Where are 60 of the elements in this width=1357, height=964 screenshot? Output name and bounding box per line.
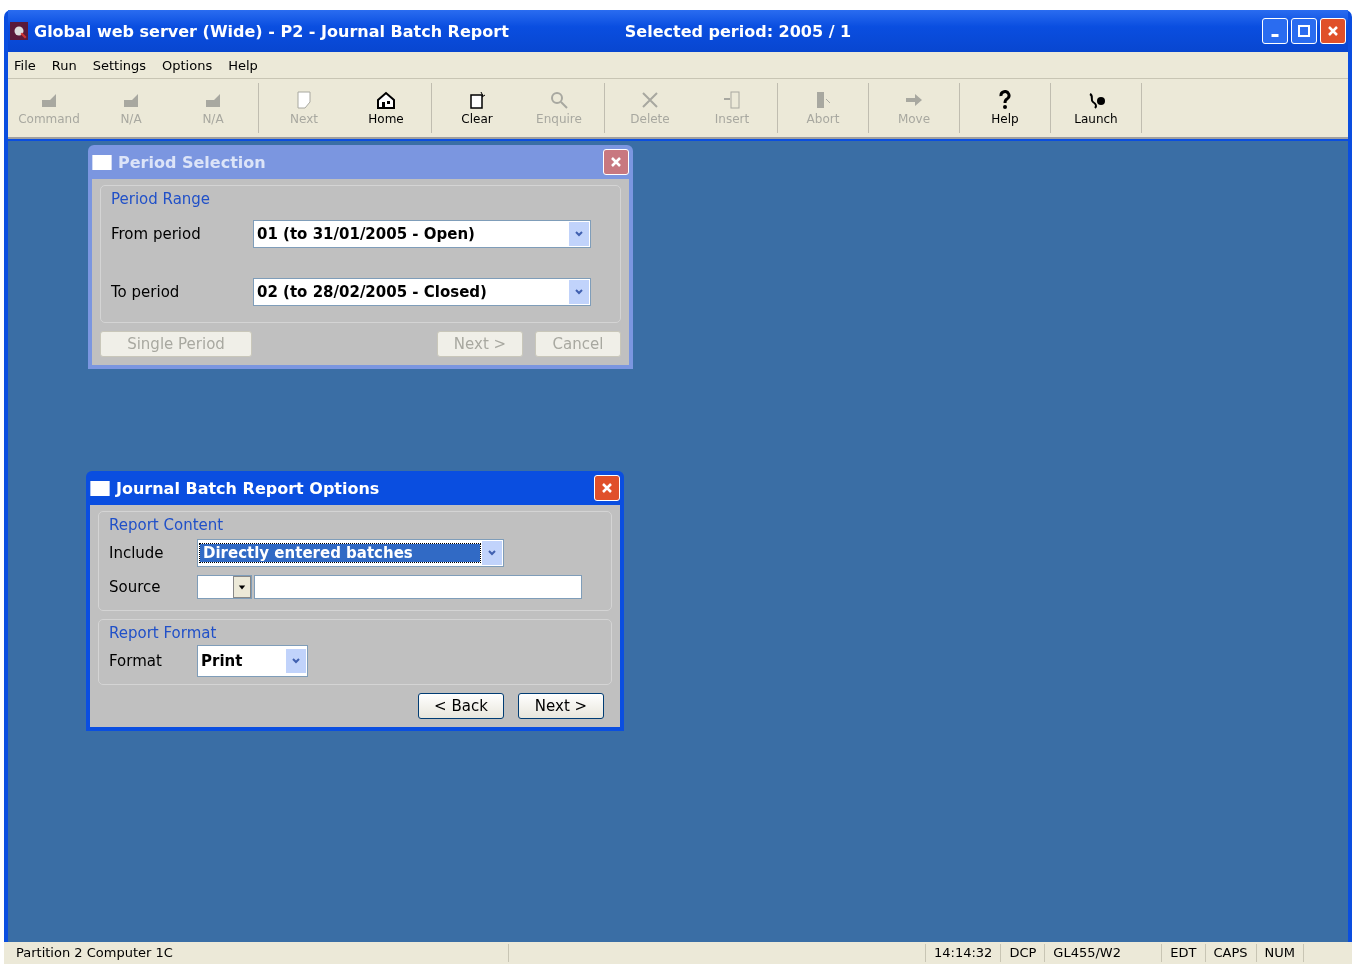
status-indicator: NUM <box>1256 944 1305 962</box>
close-icon <box>609 155 623 169</box>
search-icon <box>549 90 569 110</box>
maximize-icon <box>1297 24 1311 38</box>
app-icon <box>10 22 28 40</box>
triangle-down-icon <box>238 583 246 591</box>
toolbar-button[interactable]: Home <box>345 79 427 137</box>
toolbar-button[interactable]: Clear <box>436 79 518 137</box>
close-button[interactable] <box>594 475 620 501</box>
minimize-button[interactable] <box>1262 18 1288 44</box>
status-message: Partition 2 Computer 1C <box>8 944 509 962</box>
menu-item[interactable]: File <box>14 57 36 73</box>
chevron-down-icon <box>487 548 497 558</box>
close-icon <box>600 481 614 495</box>
chevron-down-icon <box>574 287 584 297</box>
dialog-button[interactable]: Next > <box>518 693 604 719</box>
close-button[interactable] <box>603 149 629 175</box>
window-icon <box>90 480 110 496</box>
menu-item[interactable]: Run <box>51 57 77 73</box>
status-time: 14:14:32 <box>926 944 1002 962</box>
group-label: Period Range <box>111 190 211 208</box>
group-label: Report Content <box>109 516 224 534</box>
maximize-button[interactable] <box>1291 18 1317 44</box>
chevron-down-icon <box>291 656 301 666</box>
home-icon <box>376 90 396 110</box>
dialog-title: Period Selection <box>118 152 266 172</box>
close-button[interactable] <box>1320 18 1346 44</box>
period-dropdown[interactable]: 01 (to 31/01/2005 - Open) <box>253 220 591 248</box>
dialog-button[interactable]: < Back <box>418 693 504 719</box>
close-icon <box>1326 24 1340 38</box>
status-indicator: CAPS <box>1205 944 1257 962</box>
list-icon <box>722 90 742 110</box>
field-label: Format <box>109 652 163 670</box>
chevron-down-icon <box>574 229 584 239</box>
menu-item[interactable]: Help <box>228 57 258 73</box>
minimize-icon <box>1271 33 1279 37</box>
status-user: DCP <box>1001 944 1046 962</box>
document-icon <box>467 90 487 110</box>
period-dropdown[interactable]: 02 (to 28/02/2005 - Closed) <box>253 278 591 306</box>
source-dropdown[interactable] <box>197 575 252 599</box>
group-label: Report Format <box>109 624 217 642</box>
source-input[interactable] <box>254 575 582 599</box>
menu-item[interactable]: Settings <box>92 57 147 73</box>
selected-period: Selected period: 2005 / 1 <box>624 21 852 41</box>
field-label: From period <box>111 225 202 243</box>
cross-icon <box>640 90 660 110</box>
field-label: Include <box>109 544 165 562</box>
status-indicator: EDT <box>1162 944 1206 962</box>
format-dropdown[interactable]: Print <box>197 645 308 677</box>
window-title: Global web server (Wide) - P2 - Journal Batch Report <box>34 21 509 41</box>
window-icon <box>92 154 112 170</box>
include-dropdown[interactable]: Directly entered batches <box>197 539 504 567</box>
page-icon <box>294 90 314 110</box>
dialog-title: Journal Batch Report Options <box>116 478 380 498</box>
toolbar-button[interactable]: Help <box>964 79 1046 137</box>
status-program: GL455/W2 <box>1045 944 1163 962</box>
field-label: Source <box>109 578 162 596</box>
toolbar-button[interactable]: Launch <box>1055 79 1137 137</box>
field-label: To period <box>111 283 181 301</box>
menu-item[interactable]: Options <box>162 57 213 73</box>
